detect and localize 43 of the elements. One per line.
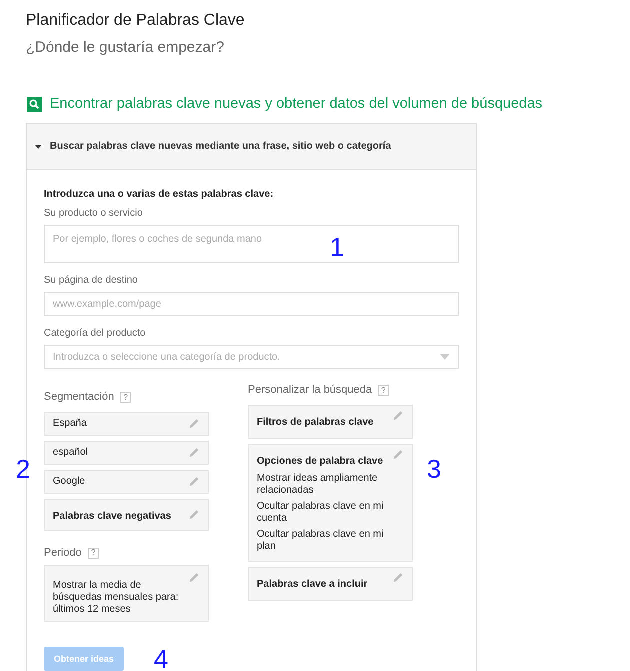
panel-header[interactable]: Buscar palabras clave nuevas mediante una frase, sitio web o categoría: [27, 124, 476, 170]
targeting-item[interactable]: Google: [44, 470, 209, 494]
section-label: Personalizar la búsqueda: [248, 383, 372, 398]
item-title: Palabras clave a incluir: [257, 578, 368, 592]
pencil-icon[interactable]: [189, 418, 200, 430]
annotation-number: 2: [16, 456, 30, 482]
customize-item[interactable]: Opciones de palabra clave Mostrar ideas ampliamente relacionadas Ocultar palabras clave en mi cuenta Ocultar palabras clave en mi plan: [248, 444, 413, 562]
pencil-icon[interactable]: [393, 572, 404, 583]
period-item[interactable]: Mostrar la media de búsquedas mensuales para: últimos 12 meses: [44, 565, 209, 622]
search-icon: [27, 96, 42, 112]
annotation-number: 3: [427, 456, 442, 482]
pencil-icon[interactable]: [189, 476, 200, 488]
section-label: Segmentación: [44, 390, 114, 406]
section-label: Periodo: [44, 546, 82, 561]
pencil-icon[interactable]: [393, 448, 404, 460]
help-icon[interactable]: ?: [120, 392, 132, 403]
pencil-icon[interactable]: [189, 447, 200, 458]
field-label: Su página de destino: [44, 274, 139, 288]
field-label: Categoría del producto: [44, 327, 147, 342]
targeting-item[interactable]: Palabras clave negativas: [44, 498, 209, 531]
targeting-item[interactable]: español: [44, 440, 209, 465]
option-text: Ocultar palabras clave en mi plan: [257, 528, 385, 553]
help-icon[interactable]: ?: [88, 548, 99, 558]
pencil-icon[interactable]: [189, 508, 200, 520]
item-title: Opciones de palabra clave: [257, 454, 384, 469]
annotation-number: 1: [330, 234, 344, 260]
option-text: Mostrar ideas ampliamente relacionadas: [257, 472, 379, 497]
pencil-icon[interactable]: [393, 410, 404, 421]
option-text: Ocultar palabras clave en mi cuenta: [257, 500, 385, 525]
help-icon[interactable]: ?: [378, 385, 390, 396]
section-heading: Encontrar palabras clave nuevas y obtener datos del volumen de búsquedas: [50, 94, 543, 114]
page-subtitle: ¿Dónde le gustaría empezar?: [26, 38, 226, 58]
customize-item[interactable]: Palabras clave a incluir: [248, 566, 413, 601]
targeting-item[interactable]: España: [44, 412, 209, 436]
period-text: Mostrar la media de búsquedas mensuales para: últimos 12 meses: [53, 580, 180, 618]
page-title: Planificador de Palabras Clave: [26, 11, 246, 31]
annotation-number: 4: [154, 646, 168, 671]
item-title: Filtros de palabras clave: [257, 416, 374, 430]
field-label: Su producto o servicio: [44, 207, 144, 222]
form-intro: Introduzca una o varias de estas palabras clave:: [44, 188, 275, 202]
customize-item[interactable]: Filtros de palabras clave: [248, 404, 413, 439]
pencil-icon[interactable]: [189, 572, 200, 584]
dropdown-arrow-icon: [440, 354, 450, 360]
